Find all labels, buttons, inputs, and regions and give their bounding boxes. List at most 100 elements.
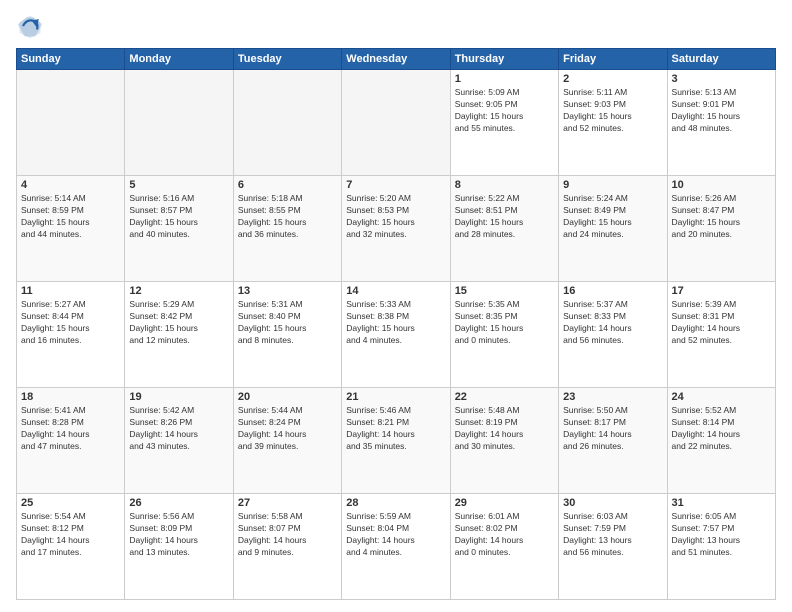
logo-icon — [16, 12, 44, 40]
day-info: Sunrise: 5:50 AM Sunset: 8:17 PM Dayligh… — [563, 405, 662, 453]
col-tuesday: Tuesday — [233, 49, 341, 70]
calendar-cell: 20Sunrise: 5:44 AM Sunset: 8:24 PM Dayli… — [233, 388, 341, 494]
day-info: Sunrise: 5:18 AM Sunset: 8:55 PM Dayligh… — [238, 193, 337, 241]
day-number: 14 — [346, 285, 445, 297]
calendar-cell: 24 Sunrise: 5:52 AM Sunset: 8:14 PM Dayli… — [667, 388, 775, 494]
day-info: Sunrise: 5:35 AM Sunset: 8:35 PM Dayligh… — [455, 299, 554, 347]
calendar-cell: 2 Sunrise: 5:11 AM Sunset: 9:03 PM Daylig… — [559, 70, 667, 176]
calendar-cell: 5 Sunrise: 5:16 AM Sunset: 8:57 PM Daylig… — [125, 176, 233, 282]
day-info: Sunrise: 5:11 AM Sunset: 9:03 PM Dayligh… — [563, 87, 662, 135]
day-info: Sunrise: 5:56 AM Sunset: 8:09 PM Dayligh… — [129, 511, 228, 559]
day-info: Sunrise: 5:16 AM Sunset: 8:57 PM Dayligh… — [129, 193, 228, 241]
day-number: 28 — [346, 497, 445, 509]
header-row: Sunday Monday Tuesday Wednesday Thursday… — [17, 49, 776, 70]
day-info: Sunrise: 5:44 AM Sunset: 8:24 PM Dayligh… — [238, 405, 337, 453]
calendar-cell: 1 Sunrise: 5:09 AM Sunset: 9:05 PM Daylig… — [450, 70, 558, 176]
day-info: Sunrise: 5:26 AM Sunset: 8:47 PM Dayligh… — [672, 193, 771, 241]
day-info: Sunrise: 5:14 AM Sunset: 8:59 PM Dayligh… — [21, 193, 120, 241]
day-info: Sunrise: 5:27 AM Sunset: 8:44 PM Dayligh… — [21, 299, 120, 347]
day-number: 30 — [563, 497, 662, 509]
day-number: 17 — [672, 285, 771, 297]
day-number: 11 — [21, 285, 120, 297]
calendar-cell — [17, 70, 125, 176]
day-info: Sunrise: 5:24 AM Sunset: 8:49 PM Dayligh… — [563, 193, 662, 241]
day-info: Sunrise: 5:22 AM Sunset: 8:51 PM Dayligh… — [455, 193, 554, 241]
calendar-cell: 9 Sunrise: 5:24 AM Sunset: 8:49 PM Daylig… — [559, 176, 667, 282]
col-thursday: Thursday — [450, 49, 558, 70]
day-number: 29 — [455, 497, 554, 509]
calendar-cell: 4 Sunrise: 5:14 AM Sunset: 8:59 PM Daylig… — [17, 176, 125, 282]
calendar-week-4: 18 Sunrise: 5:41 AM Sunset: 8:28 PM Dayli… — [17, 388, 776, 494]
calendar-cell: 12Sunrise: 5:29 AM Sunset: 8:42 PM Dayli… — [125, 282, 233, 388]
day-number: 10 — [672, 179, 771, 191]
calendar-cell: 6 Sunrise: 5:18 AM Sunset: 8:55 PM Daylig… — [233, 176, 341, 282]
calendar-cell: 11 Sunrise: 5:27 AM Sunset: 8:44 PM Dayli… — [17, 282, 125, 388]
day-number: 2 — [563, 73, 662, 85]
calendar-cell: 14Sunrise: 5:33 AM Sunset: 8:38 PM Dayli… — [342, 282, 450, 388]
day-number: 25 — [21, 497, 120, 509]
day-info: Sunrise: 5:42 AM Sunset: 8:26 PM Dayligh… — [129, 405, 228, 453]
day-info: Sunrise: 5:58 AM Sunset: 8:07 PM Dayligh… — [238, 511, 337, 559]
day-number: 15 — [455, 285, 554, 297]
calendar-cell: 29 Sunrise: 6:01 AM Sunset: 8:02 PM Dayli… — [450, 494, 558, 600]
calendar-week-3: 11 Sunrise: 5:27 AM Sunset: 8:44 PM Dayli… — [17, 282, 776, 388]
col-saturday: Saturday — [667, 49, 775, 70]
calendar-cell: 10 Sunrise: 5:26 AM Sunset: 8:47 PM Dayli… — [667, 176, 775, 282]
day-number: 9 — [563, 179, 662, 191]
day-info: Sunrise: 5:46 AM Sunset: 8:21 PM Dayligh… — [346, 405, 445, 453]
col-friday: Friday — [559, 49, 667, 70]
day-info: Sunrise: 5:13 AM Sunset: 9:01 PM Dayligh… — [672, 87, 771, 135]
calendar-cell: 19 Sunrise: 5:42 AM Sunset: 8:26 PM Dayli… — [125, 388, 233, 494]
day-info: Sunrise: 6:05 AM Sunset: 7:57 PM Dayligh… — [672, 511, 771, 559]
day-number: 5 — [129, 179, 228, 191]
calendar-cell: 15 Sunrise: 5:35 AM Sunset: 8:35 PM Dayli… — [450, 282, 558, 388]
calendar-cell: 13Sunrise: 5:31 AM Sunset: 8:40 PM Dayli… — [233, 282, 341, 388]
day-number: 23 — [563, 391, 662, 403]
calendar-cell: 7Sunrise: 5:20 AM Sunset: 8:53 PM Daylig… — [342, 176, 450, 282]
day-info: Sunrise: 6:03 AM Sunset: 7:59 PM Dayligh… — [563, 511, 662, 559]
calendar-table: Sunday Monday Tuesday Wednesday Thursday… — [16, 48, 776, 600]
day-info: Sunrise: 5:20 AM Sunset: 8:53 PM Dayligh… — [346, 193, 445, 241]
day-number: 4 — [21, 179, 120, 191]
day-number: 1 — [455, 73, 554, 85]
day-number: 22 — [455, 391, 554, 403]
day-number: 8 — [455, 179, 554, 191]
calendar-week-1: 1 Sunrise: 5:09 AM Sunset: 9:05 PM Daylig… — [17, 70, 776, 176]
day-info: Sunrise: 5:09 AM Sunset: 9:05 PM Dayligh… — [455, 87, 554, 135]
day-info: Sunrise: 5:39 AM Sunset: 8:31 PM Dayligh… — [672, 299, 771, 347]
logo — [16, 12, 48, 40]
calendar-cell: 31 Sunrise: 6:05 AM Sunset: 7:57 PM Dayli… — [667, 494, 775, 600]
calendar-cell: 23 Sunrise: 5:50 AM Sunset: 8:17 PM Dayli… — [559, 388, 667, 494]
calendar-body: 1 Sunrise: 5:09 AM Sunset: 9:05 PM Daylig… — [17, 70, 776, 600]
day-number: 13 — [238, 285, 337, 297]
calendar-cell: 27 Sunrise: 5:58 AM Sunset: 8:07 PM Dayli… — [233, 494, 341, 600]
calendar-cell: 30 Sunrise: 6:03 AM Sunset: 7:59 PM Dayli… — [559, 494, 667, 600]
day-number: 6 — [238, 179, 337, 191]
page: Sunday Monday Tuesday Wednesday Thursday… — [0, 0, 792, 612]
calendar-week-2: 4 Sunrise: 5:14 AM Sunset: 8:59 PM Daylig… — [17, 176, 776, 282]
day-info: Sunrise: 5:52 AM Sunset: 8:14 PM Dayligh… — [672, 405, 771, 453]
calendar-cell: 16 Sunrise: 5:37 AM Sunset: 8:33 PM Dayli… — [559, 282, 667, 388]
day-number: 27 — [238, 497, 337, 509]
calendar-cell: 21 Sunrise: 5:46 AM Sunset: 8:21 PM Dayli… — [342, 388, 450, 494]
calendar-cell — [233, 70, 341, 176]
day-info: Sunrise: 5:41 AM Sunset: 8:28 PM Dayligh… — [21, 405, 120, 453]
day-info: Sunrise: 5:48 AM Sunset: 8:19 PM Dayligh… — [455, 405, 554, 453]
day-number: 3 — [672, 73, 771, 85]
day-number: 24 — [672, 391, 771, 403]
calendar-cell: 25Sunrise: 5:54 AM Sunset: 8:12 PM Dayli… — [17, 494, 125, 600]
day-number: 19 — [129, 391, 228, 403]
calendar-cell: 8 Sunrise: 5:22 AM Sunset: 8:51 PM Daylig… — [450, 176, 558, 282]
col-sunday: Sunday — [17, 49, 125, 70]
day-number: 21 — [346, 391, 445, 403]
col-monday: Monday — [125, 49, 233, 70]
day-number: 31 — [672, 497, 771, 509]
calendar-cell: 3 Sunrise: 5:13 AM Sunset: 9:01 PM Daylig… — [667, 70, 775, 176]
calendar-cell: 22 Sunrise: 5:48 AM Sunset: 8:19 PM Dayli… — [450, 388, 558, 494]
day-info: Sunrise: 5:37 AM Sunset: 8:33 PM Dayligh… — [563, 299, 662, 347]
day-number: 16 — [563, 285, 662, 297]
day-info: Sunrise: 6:01 AM Sunset: 8:02 PM Dayligh… — [455, 511, 554, 559]
calendar-cell: 26Sunrise: 5:56 AM Sunset: 8:09 PM Dayli… — [125, 494, 233, 600]
header — [16, 12, 776, 40]
day-number: 18 — [21, 391, 120, 403]
